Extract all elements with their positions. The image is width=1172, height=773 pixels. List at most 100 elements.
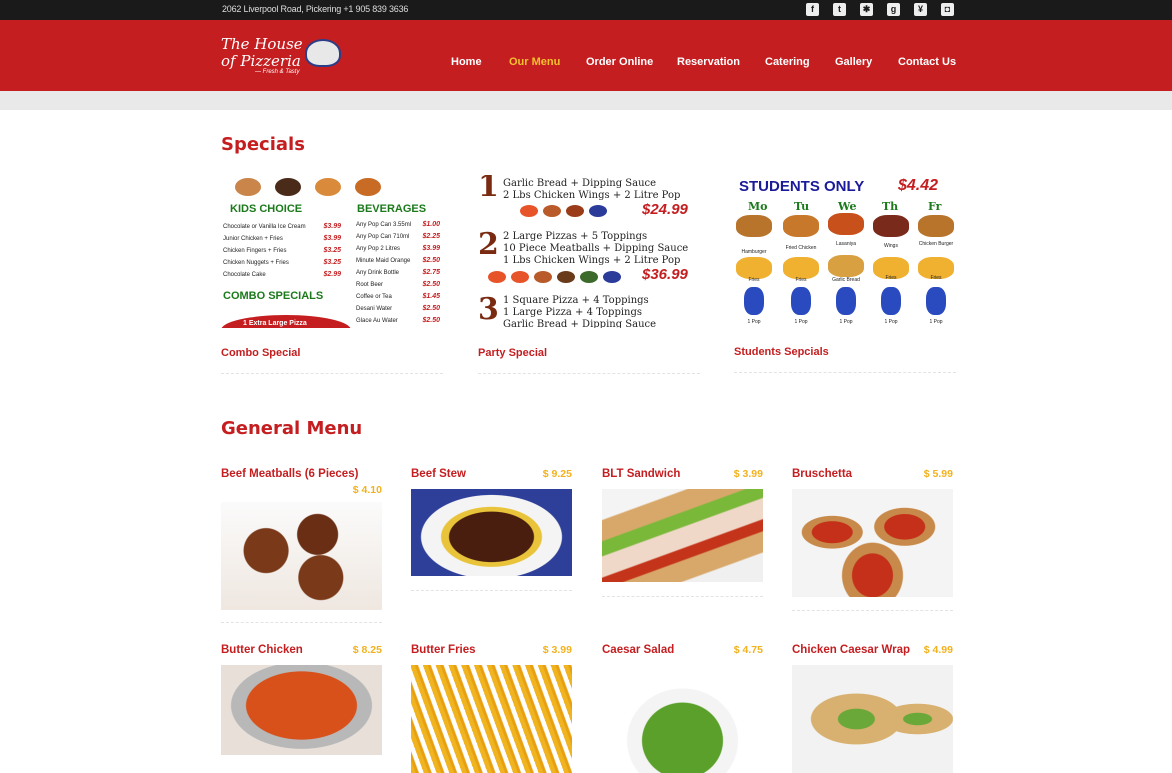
bev-price: $1.00 [422, 221, 440, 228]
divider [411, 590, 572, 591]
menu-item[interactable]: Beef Stew $ 9.25 [411, 468, 572, 591]
menu-item[interactable]: Butter Chicken $ 8.25 [221, 644, 382, 755]
bev-price: $2.50 [422, 257, 440, 264]
pop-can-icon [881, 287, 901, 315]
deal-line: 10 Piece Meatballs + Dipping Sauce [503, 243, 689, 254]
bev-item: Root Beer [356, 282, 384, 288]
nav-home[interactable]: Home [451, 56, 482, 68]
pizza-icon [520, 205, 538, 217]
divider [792, 610, 953, 611]
divider [221, 622, 382, 623]
special-caption[interactable]: Students Sepcials [734, 346, 956, 358]
main-label: Hamburger [741, 249, 767, 255]
deal-number-1: 1 [478, 175, 499, 204]
kids-list: Chocolate or Vanilla Ice Cream Junior Ch… [223, 221, 323, 281]
bev-item: Any Pop Can 710ml [356, 234, 410, 240]
bev-item: Coffee or Tea [356, 294, 392, 300]
bruschetta-photo[interactable] [792, 489, 953, 597]
side-label: Fries [885, 275, 897, 281]
day-label: Th [882, 200, 899, 213]
drink-label: 1 Pop [794, 319, 808, 325]
special-card-combo[interactable]: KIDS CHOICE BEVERAGES Chocolate or Vanil… [221, 175, 443, 374]
bev-price: $2.50 [422, 281, 440, 288]
deal2-food-icons [488, 271, 621, 283]
bev-item: Any Pop Can 3.55ml [356, 222, 412, 228]
meatball-icon [557, 271, 575, 283]
special-caption[interactable]: Combo Special [221, 347, 443, 359]
nav-contact-us[interactable]: Contact Us [898, 56, 956, 68]
beef-stew-photo[interactable] [411, 489, 572, 576]
main-label: Fried Chicken [785, 245, 817, 251]
chicken-burger-icon [918, 215, 954, 237]
logo-line-1: The House [221, 35, 303, 53]
nav-our-menu[interactable]: Our Menu [509, 56, 560, 68]
kids-price: $3.25 [323, 259, 341, 266]
menu-item-price: $ 8.25 [352, 644, 382, 656]
meatball-icon [566, 205, 584, 217]
special-caption[interactable]: Party Special [478, 347, 700, 359]
top-bar: 2062 Liverpool Road, Pickering +1 905 83… [0, 0, 1172, 20]
caesar-salad-photo[interactable] [602, 665, 763, 773]
bev-price: $2.50 [422, 305, 440, 312]
deal-line: 2 Large Pizzas + 5 Toppings [503, 231, 648, 242]
specials-heading: Specials [221, 134, 305, 155]
bev-item: Glace Au Water [356, 318, 398, 324]
deal-number-3: 3 [478, 292, 499, 327]
butter-chicken-photo[interactable] [221, 665, 382, 755]
menu-item[interactable]: Butter Fries $ 3.99 [411, 644, 572, 773]
deal-line: Garlic Bread + Dipping Sauce [503, 319, 657, 328]
special-card-students[interactable]: STUDENTS ONLY $4.42 Mo Tu We Th Fr Hambu… [734, 175, 956, 373]
menu-item[interactable]: Chicken Caesar Wrap $ 4.99 [792, 644, 953, 773]
yen-icon[interactable]: ¥ [914, 3, 927, 16]
side-label: Fries [795, 277, 807, 283]
menu-item-name[interactable]: Beef Meatballs (6 Pieces) [221, 468, 382, 480]
twitter-icon[interactable]: t [833, 3, 846, 16]
side-label: Fries [930, 275, 942, 281]
blt-sandwich-photo[interactable] [602, 489, 763, 582]
day-label: Tu [794, 200, 810, 213]
kids-price: $2.99 [323, 271, 341, 278]
beverages-heading: BEVERAGES [357, 203, 427, 215]
menu-item[interactable]: Beef Meatballs (6 Pieces) $ 4.10 [221, 468, 382, 623]
party-special-image[interactable]: 1 Garlic Bread + Dipping Sauce 2 Lbs Chi… [478, 175, 700, 328]
combo-special-image[interactable]: KIDS CHOICE BEVERAGES Chocolate or Vanil… [221, 175, 443, 328]
nav-reservation[interactable]: Reservation [677, 56, 740, 68]
beverage-prices: $1.00 $2.25 $3.99 $2.50 $2.75 $2.50 $1.4… [416, 219, 440, 327]
general-menu-heading: General Menu [221, 418, 363, 439]
menu-item[interactable]: Bruschetta $ 5.99 [792, 468, 953, 611]
drink-label: 1 Pop [884, 319, 898, 325]
menu-item-price: $ 4.99 [923, 644, 953, 656]
nav-catering[interactable]: Catering [765, 56, 810, 68]
nav-gallery[interactable]: Gallery [835, 56, 872, 68]
bev-price: $3.99 [422, 245, 440, 252]
facebook-icon[interactable]: f [806, 3, 819, 16]
butter-fries-photo[interactable] [411, 665, 572, 773]
day-label: Fr [928, 200, 942, 213]
nav-order-online[interactable]: Order Online [586, 56, 653, 68]
menu-item-price: $ 4.75 [733, 644, 763, 656]
chicken-caesar-wrap-photo[interactable] [792, 665, 953, 773]
kids-prices: $3.99 $3.99 $3.25 $3.25 $2.99 [317, 221, 341, 281]
garlic-bread-icon [828, 255, 864, 277]
pop-icon [589, 205, 607, 217]
menu-item[interactable]: BLT Sandwich $ 3.99 [602, 468, 763, 597]
students-heading: STUDENTS ONLY [739, 178, 865, 195]
google-plus-icon[interactable]: g [887, 3, 900, 16]
menu-item[interactable]: Caesar Salad $ 4.75 [602, 644, 763, 773]
croissant-icon [355, 178, 381, 196]
bev-item: Minute Maid Orange [356, 258, 411, 264]
wings-icon [543, 205, 561, 217]
meatballs-photo[interactable] [221, 502, 382, 610]
instagram-icon[interactable]: ◘ [941, 3, 954, 16]
pizza-icon [488, 271, 506, 283]
students-special-image[interactable]: STUDENTS ONLY $4.42 Mo Tu We Th Fr Hambu… [734, 175, 956, 328]
bev-item: Any Pop 2 Litres [356, 246, 401, 252]
yelp-icon[interactable]: ✱ [860, 3, 873, 16]
combo-banner: 1 Extra Large Pizza [221, 315, 351, 328]
wings-icon [873, 215, 909, 237]
special-card-party[interactable]: 1 Garlic Bread + Dipping Sauce 2 Lbs Chi… [478, 175, 700, 374]
day-label: We [838, 200, 857, 213]
deal2-price: $36.99 [642, 266, 688, 283]
deal-line: 1 Lbs Chicken Wings + 2 Litre Pop [503, 255, 681, 266]
fries-icon [783, 257, 819, 279]
